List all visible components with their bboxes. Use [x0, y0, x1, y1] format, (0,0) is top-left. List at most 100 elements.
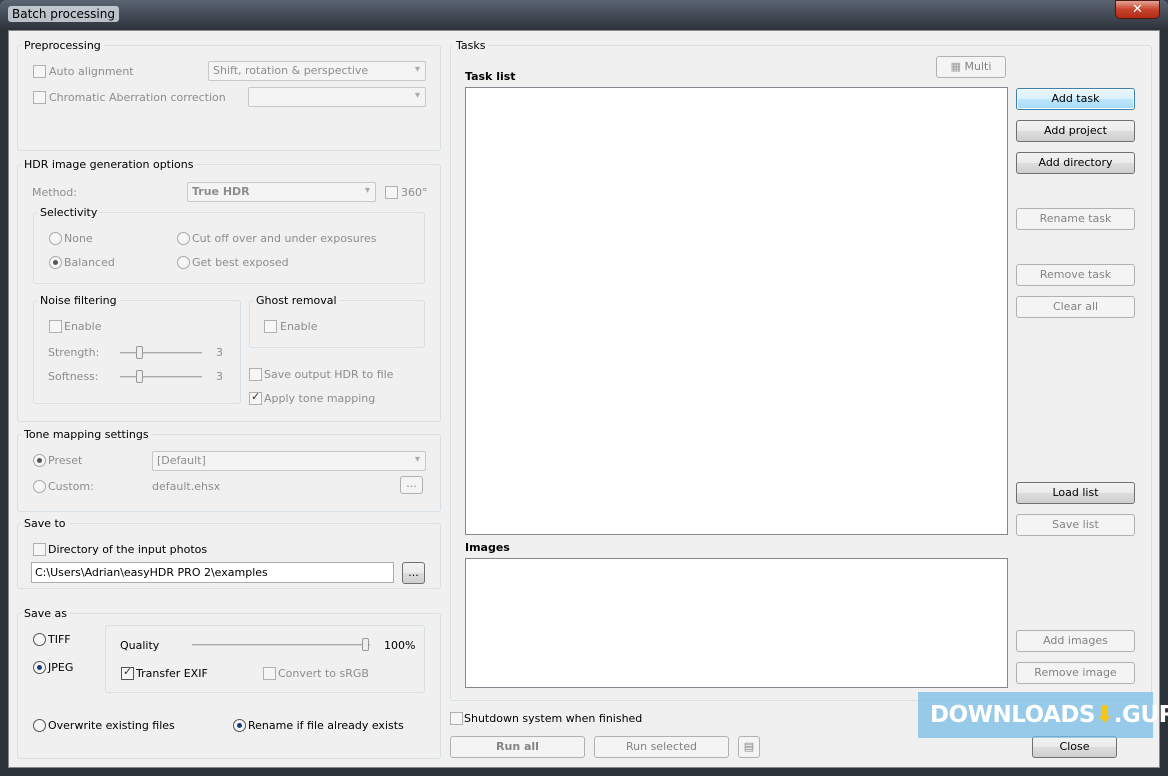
- input-dir-checkbox[interactable]: [33, 543, 46, 556]
- output-path-input[interactable]: C:\Users\Adrian\easyHDR PRO 2\examples: [31, 562, 394, 583]
- jpeg-radio[interactable]: [33, 661, 46, 674]
- softness-slider-thumb[interactable]: [136, 370, 143, 383]
- overwrite-radio[interactable]: [33, 719, 46, 732]
- tiff-radio[interactable]: [33, 633, 46, 646]
- preprocessing-title: Preprocessing: [21, 39, 104, 52]
- selectivity-cut-label: Cut off over and under exposures: [192, 232, 377, 245]
- tone-group: [17, 434, 441, 512]
- auto-alignment-checkbox[interactable]: [33, 65, 46, 78]
- load-list-button[interactable]: Load list: [1016, 482, 1135, 504]
- strength-slider[interactable]: [120, 352, 202, 354]
- preset-select[interactable]: [Default]: [152, 451, 426, 471]
- exif-label: Transfer EXIF: [136, 667, 208, 680]
- softness-label: Softness:: [48, 370, 99, 383]
- pano-360-label: 360°: [401, 186, 428, 199]
- save-as-title: Save as: [21, 607, 70, 620]
- jpeg-label: JPEG: [48, 661, 74, 674]
- softness-value: 3: [216, 370, 223, 383]
- input-dir-label: Directory of the input photos: [48, 543, 208, 556]
- selectivity-cut-radio[interactable]: [177, 232, 190, 245]
- quality-slider[interactable]: [192, 644, 370, 646]
- shutdown-checkbox[interactable]: [450, 712, 463, 725]
- quality-label: Quality: [120, 639, 160, 652]
- custom-radio[interactable]: [33, 480, 46, 493]
- chromatic-select[interactable]: [248, 87, 426, 107]
- tone-title: Tone mapping settings: [21, 428, 152, 441]
- selectivity-title: Selectivity: [37, 206, 101, 219]
- remove-task-button[interactable]: Remove task: [1016, 264, 1135, 286]
- noise-enable-checkbox[interactable]: [49, 320, 62, 333]
- task-list[interactable]: [465, 87, 1008, 535]
- srgb-checkbox[interactable]: [263, 667, 276, 680]
- apply-tm-checkbox[interactable]: [249, 390, 262, 405]
- rename-radio[interactable]: [233, 719, 246, 732]
- log-button[interactable]: ▤: [738, 736, 760, 758]
- selectivity-best-radio[interactable]: [177, 256, 190, 269]
- dialog-body: Preprocessing Auto alignment Shift, rota…: [8, 30, 1168, 768]
- srgb-label: Convert to sRGB: [278, 667, 369, 680]
- save-hdr-checkbox[interactable]: [249, 368, 262, 381]
- add-project-button[interactable]: Add project: [1016, 120, 1135, 142]
- method-label: Method:: [32, 186, 77, 199]
- window-close-button[interactable]: ✕: [1115, 0, 1160, 19]
- ghost-enable-label: Enable: [280, 320, 318, 333]
- custom-browse-button[interactable]: ...: [400, 476, 423, 494]
- grid-icon: ▦: [950, 60, 965, 73]
- remove-image-button[interactable]: Remove image: [1016, 662, 1135, 684]
- document-icon: ▤: [743, 740, 755, 753]
- auto-alignment-label: Auto alignment: [49, 65, 134, 78]
- save-to-title: Save to: [21, 517, 69, 530]
- watermark-suffix: .GURU: [1113, 702, 1168, 728]
- selectivity-none-label: None: [64, 232, 93, 245]
- ghost-enable-checkbox[interactable]: [264, 320, 277, 333]
- hdr-title: HDR image generation options: [21, 158, 197, 171]
- apply-tm-label: Apply tone mapping: [264, 392, 376, 405]
- preset-radio[interactable]: [33, 454, 46, 467]
- strength-label: Strength:: [48, 346, 100, 359]
- ghost-title: Ghost removal: [253, 294, 340, 307]
- selectivity-none-radio[interactable]: [49, 232, 62, 245]
- images-list[interactable]: [465, 558, 1008, 688]
- quality-slider-thumb[interactable]: [362, 638, 369, 651]
- overwrite-label: Overwrite existing files: [48, 719, 175, 732]
- preset-label: Preset: [48, 454, 83, 467]
- add-images-button[interactable]: Add images: [1016, 630, 1135, 652]
- chromatic-label: Chromatic Aberration correction: [49, 91, 226, 104]
- rename-task-button[interactable]: Rename task: [1016, 208, 1135, 230]
- custom-label: Custom:: [48, 480, 94, 493]
- method-select[interactable]: True HDR: [187, 182, 376, 202]
- multi-button[interactable]: ▦ Multi: [936, 56, 1006, 78]
- run-selected-button[interactable]: Run selected: [594, 736, 729, 758]
- strength-value: 3: [216, 346, 223, 359]
- pano-360-checkbox[interactable]: [385, 186, 398, 199]
- watermark: DOWNLOADS⬇.GURU: [918, 692, 1168, 738]
- add-directory-button[interactable]: Add directory: [1016, 152, 1135, 174]
- watermark-text: DOWNLOADS: [930, 702, 1096, 728]
- alignment-select[interactable]: Shift, rotation & perspective: [208, 61, 426, 81]
- tiff-label: TIFF: [48, 633, 71, 646]
- strength-slider-thumb[interactable]: [136, 346, 143, 359]
- shutdown-label: Shutdown system when finished: [464, 712, 643, 725]
- clear-all-button[interactable]: Clear all: [1016, 296, 1135, 318]
- noise-title: Noise filtering: [37, 294, 120, 307]
- save-list-button[interactable]: Save list: [1016, 514, 1135, 536]
- images-label: Images: [465, 541, 510, 554]
- task-list-label: Task list: [465, 70, 516, 83]
- rename-label: Rename if file already exists: [248, 719, 404, 732]
- run-all-button[interactable]: Run all: [450, 736, 585, 758]
- output-browse-button[interactable]: ...: [402, 562, 425, 584]
- save-hdr-label: Save output HDR to file: [264, 368, 394, 381]
- selectivity-group: [33, 212, 425, 284]
- close-button[interactable]: Close: [1032, 736, 1117, 758]
- exif-checkbox[interactable]: [121, 665, 134, 680]
- softness-slider[interactable]: [120, 376, 202, 378]
- selectivity-balanced-label: Balanced: [64, 256, 115, 269]
- add-task-button[interactable]: Add task: [1016, 88, 1135, 110]
- multi-label: Multi: [964, 60, 992, 73]
- selectivity-best-label: Get best exposed: [192, 256, 289, 269]
- jpeg-options-group: [105, 625, 425, 693]
- quality-value: 100%: [384, 639, 416, 652]
- chromatic-checkbox[interactable]: [33, 91, 46, 104]
- download-arrow-icon: ⬇: [1095, 702, 1114, 728]
- selectivity-balanced-radio[interactable]: [49, 256, 62, 269]
